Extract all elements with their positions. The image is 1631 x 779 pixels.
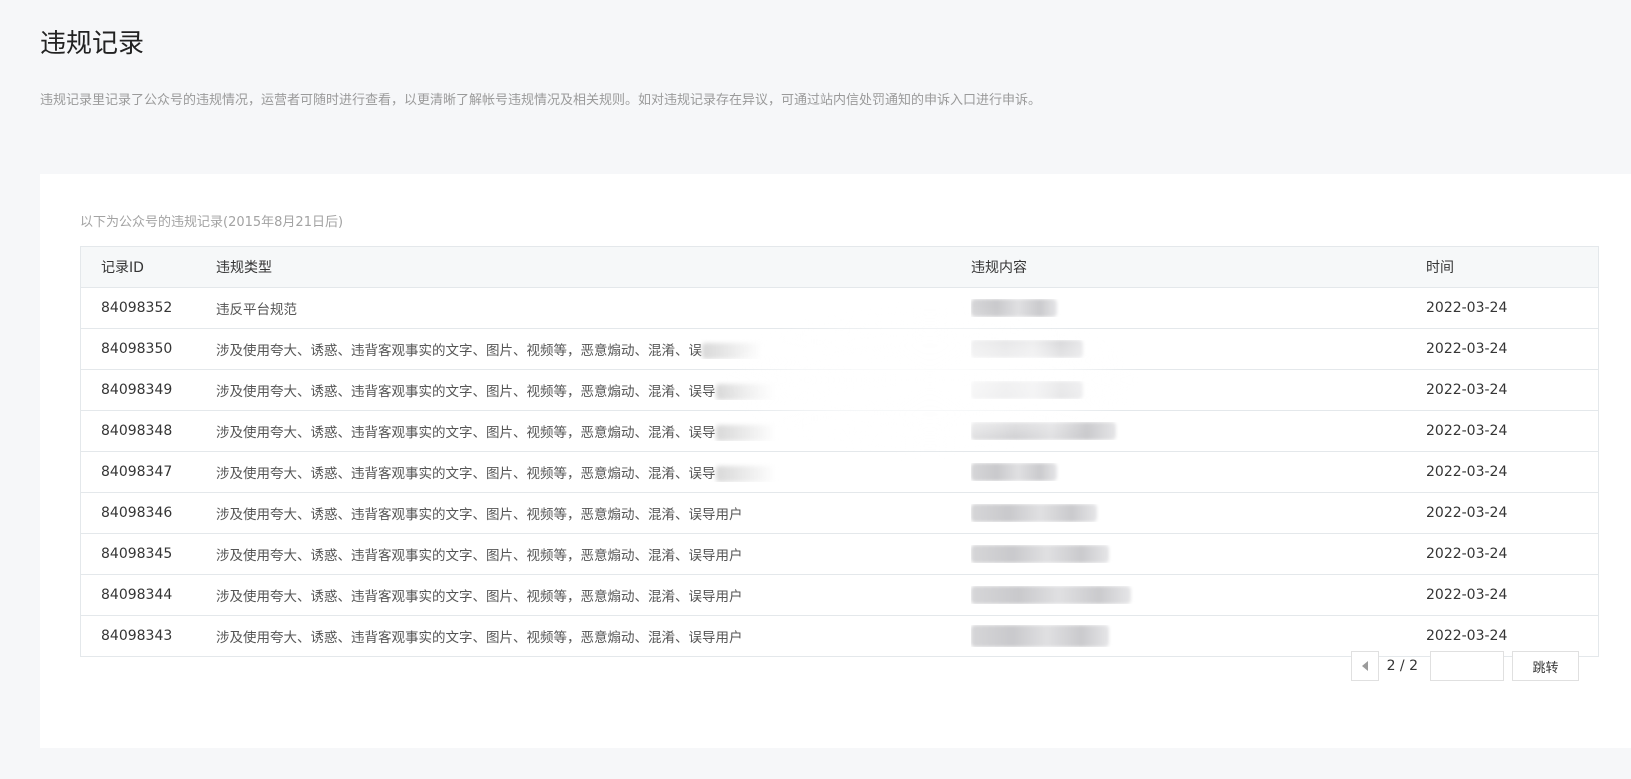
violation-type: 涉及使用夸大、诱惑、违背客观事实的文字、图片、视频等，恶意煽动、混淆、误导 xyxy=(216,462,971,482)
table-row: 84098346 涉及使用夸大、诱惑、违背客观事实的文字、图片、视频等，恶意煽动… xyxy=(81,492,1598,533)
record-time: 2022-03-24 xyxy=(1426,628,1508,644)
table-row: 84098348 涉及使用夸大、诱惑、违背客观事实的文字、图片、视频等，恶意煽动… xyxy=(81,410,1598,451)
prev-page-button[interactable] xyxy=(1350,651,1379,681)
violation-type: 涉及使用夸大、诱惑、违背客观事实的文字、图片、视频等，恶意煽动、混淆、误导用户 xyxy=(216,589,743,605)
page-jump-input[interactable] xyxy=(1430,651,1504,681)
table-row: 84098343 涉及使用夸大、诱惑、违背客观事实的文字、图片、视频等，恶意煽动… xyxy=(81,615,1598,656)
record-time: 2022-03-24 xyxy=(1426,382,1508,398)
triangle-left-icon xyxy=(1361,661,1368,671)
table-row: 84098344 涉及使用夸大、诱惑、违背客观事实的文字、图片、视频等，恶意煽动… xyxy=(81,574,1598,615)
violation-type: 涉及使用夸大、诱惑、违背客观事实的文字、图片、视频等，恶意煽动、混淆、误导 xyxy=(216,421,971,441)
violation-type: 违反平台规范 xyxy=(216,302,297,318)
record-id: 84098346 xyxy=(101,505,173,521)
jump-button[interactable]: 跳转 xyxy=(1512,651,1579,681)
violation-content-redacted[interactable] xyxy=(971,381,1426,399)
violation-type: 涉及使用夸大、诱惑、违背客观事实的文字、图片、视频等，恶意煽动、混淆、误导用户 xyxy=(216,507,743,523)
violation-content-redacted[interactable] xyxy=(971,625,1426,647)
record-time: 2022-03-24 xyxy=(1426,546,1508,562)
violation-content-redacted[interactable] xyxy=(971,422,1426,440)
violation-content-redacted[interactable] xyxy=(971,299,1426,317)
record-id: 84098344 xyxy=(101,587,173,603)
table-row: 84098349 涉及使用夸大、诱惑、违背客观事实的文字、图片、视频等，恶意煽动… xyxy=(81,369,1598,410)
records-card: 以下为公众号的违规记录(2015年8月21日后) 记录ID 违规类型 违规内容 … xyxy=(40,174,1631,748)
record-id: 84098349 xyxy=(101,382,173,398)
page-title: 违规记录 xyxy=(40,29,145,59)
violation-table: 记录ID 违规类型 违规内容 时间 84098352 违反平台规范 2022-0… xyxy=(80,246,1599,657)
table-row: 84098350 涉及使用夸大、诱惑、违背客观事实的文字、图片、视频等，恶意煽动… xyxy=(81,328,1598,369)
record-time: 2022-03-24 xyxy=(1426,341,1508,357)
header-violation-content: 违规内容 xyxy=(971,260,1027,276)
violation-type: 涉及使用夸大、诱惑、违背客观事实的文字、图片、视频等，恶意煽动、混淆、误导用户 xyxy=(216,548,743,564)
record-time: 2022-03-24 xyxy=(1426,505,1508,521)
violation-content-redacted[interactable] xyxy=(971,586,1426,604)
record-id: 84098350 xyxy=(101,341,173,357)
pagination: 2 / 2 跳转 xyxy=(1350,651,1579,681)
violation-type: 涉及使用夸大、诱惑、违背客观事实的文字、图片、视频等，恶意煽动、混淆、误导用户 xyxy=(216,630,743,646)
violation-type: 涉及使用夸大、诱惑、违背客观事实的文字、图片、视频等，恶意煽动、混淆、误导 xyxy=(216,380,971,400)
record-time: 2022-03-24 xyxy=(1426,587,1508,603)
violation-content-redacted[interactable] xyxy=(971,545,1426,563)
page-indicator: 2 / 2 xyxy=(1386,658,1418,674)
table-row: 84098347 涉及使用夸大、诱惑、违背客观事实的文字、图片、视频等，恶意煽动… xyxy=(81,451,1598,492)
record-time: 2022-03-24 xyxy=(1426,423,1508,439)
page-description: 违规记录里记录了公众号的违规情况，运营者可随时进行查看，以更清晰了解帐号违规情况… xyxy=(40,93,1042,108)
violation-type: 涉及使用夸大、诱惑、违背客观事实的文字、图片、视频等，恶意煽动、混淆、误 xyxy=(216,339,971,359)
record-id: 84098347 xyxy=(101,464,173,480)
header-violation-type: 违规类型 xyxy=(216,260,272,276)
record-id: 84098348 xyxy=(101,423,173,439)
record-id: 84098352 xyxy=(101,300,173,316)
record-time: 2022-03-24 xyxy=(1426,300,1508,316)
violation-content-redacted[interactable] xyxy=(971,340,1426,358)
record-time: 2022-03-24 xyxy=(1426,464,1508,480)
table-row: 84098345 涉及使用夸大、诱惑、违背客观事实的文字、图片、视频等，恶意煽动… xyxy=(81,533,1598,574)
header-time: 时间 xyxy=(1426,260,1454,276)
table-row: 84098352 违反平台规范 2022-03-24 xyxy=(81,287,1598,328)
violation-content-redacted[interactable] xyxy=(971,463,1426,481)
record-id: 84098345 xyxy=(101,546,173,562)
header-record-id: 记录ID xyxy=(101,260,144,276)
records-subtitle: 以下为公众号的违规记录(2015年8月21日后) xyxy=(80,215,344,230)
table-header-row: 记录ID 违规类型 违规内容 时间 xyxy=(81,247,1598,287)
violation-content-redacted[interactable] xyxy=(971,504,1426,522)
record-id: 84098343 xyxy=(101,628,173,644)
